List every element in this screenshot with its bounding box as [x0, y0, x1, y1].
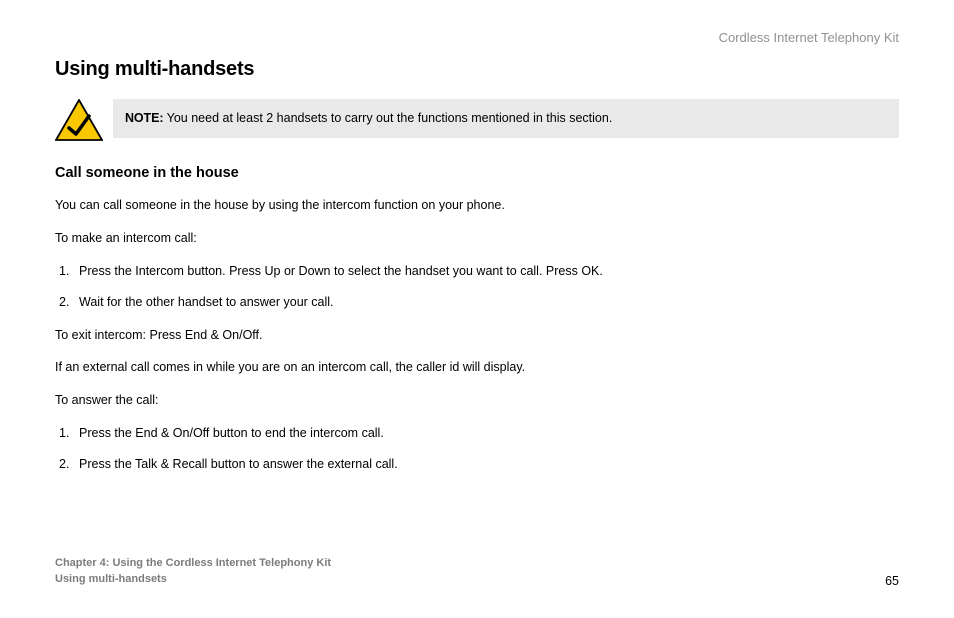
step-text: Press the End & On/Off button to end the… [79, 426, 384, 440]
note-text: You need at least 2 handsets to carry ou… [167, 111, 613, 125]
step-text: Wait for the other handset to answer you… [79, 295, 334, 309]
page-footer: Chapter 4: Using the Cordless Internet T… [55, 556, 899, 588]
footer-chapter-line: Chapter 4: Using the Cordless Internet T… [55, 556, 331, 572]
section-intro: You can call someone in the house by usi… [55, 197, 899, 214]
section-heading: Call someone in the house [55, 165, 899, 181]
external-call-line: If an external call comes in while you a… [55, 359, 899, 376]
product-header-label: Cordless Internet Telephony Kit [719, 30, 899, 45]
answer-steps-list: 1.Press the End & On/Off button to end t… [55, 425, 899, 473]
note-icon-wrap [55, 99, 113, 141]
note-prefix: NOTE: [125, 111, 163, 125]
page-number: 65 [885, 574, 899, 588]
alert-check-triangle-icon [55, 99, 103, 141]
footer-left: Chapter 4: Using the Cordless Internet T… [55, 556, 331, 588]
list-item: 1.Press the End & On/Off button to end t… [55, 425, 899, 442]
note-bar: NOTE: You need at least 2 handsets to ca… [113, 99, 899, 138]
note-callout: NOTE: You need at least 2 handsets to ca… [55, 99, 899, 141]
step-text: Press the Intercom button. Press Up or D… [79, 264, 603, 278]
footer-section-line: Using multi-handsets [55, 572, 331, 588]
page-title: Using multi-handsets [55, 58, 899, 81]
answer-lead: To answer the call: [55, 392, 899, 409]
intercom-steps-list: 1.Press the Intercom button. Press Up or… [55, 263, 899, 311]
list-item: 1.Press the Intercom button. Press Up or… [55, 263, 899, 280]
list-item: 2.Press the Talk & Recall button to answ… [55, 456, 899, 473]
document-page: Cordless Internet Telephony Kit Using mu… [0, 0, 954, 618]
intercom-lead: To make an intercom call: [55, 230, 899, 247]
list-item: 2.Wait for the other handset to answer y… [55, 294, 899, 311]
step-text: Press the Talk & Recall button to answer… [79, 457, 398, 471]
exit-intercom-line: To exit intercom: Press End & On/Off. [55, 327, 899, 344]
